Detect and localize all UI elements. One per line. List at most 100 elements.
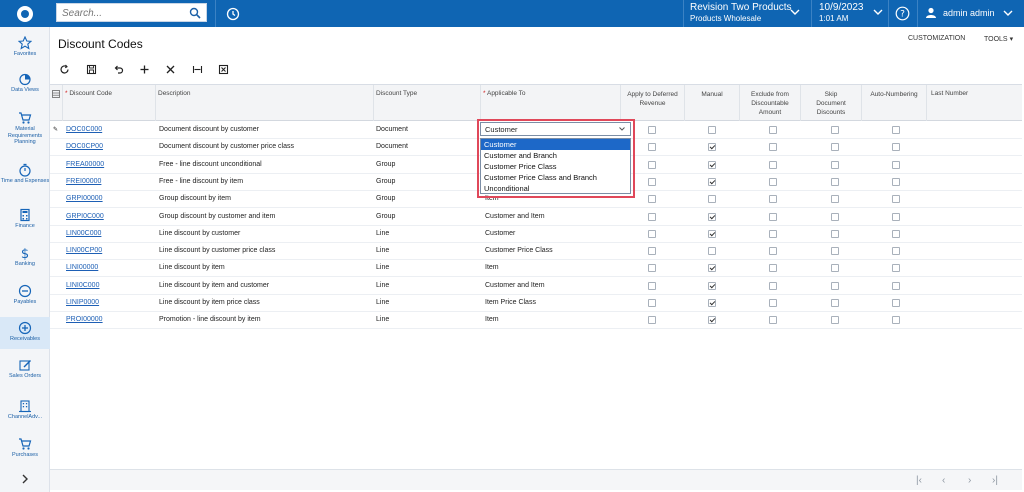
help-button[interactable]: ? [893, 4, 911, 22]
save-button[interactable] [83, 61, 99, 77]
exclude-checkbox[interactable] [769, 126, 777, 134]
row-selector-header[interactable] [50, 85, 62, 121]
column-header-applicable-to[interactable]: * Applicable To [480, 85, 620, 121]
deferred-checkbox[interactable] [648, 316, 656, 325]
fit-columns-button[interactable] [189, 61, 205, 77]
discount-code-link[interactable]: DOC0C000 [66, 126, 102, 133]
auto-checkbox[interactable] [892, 229, 900, 238]
exclude-checkbox[interactable] [769, 316, 777, 325]
manual-checkbox[interactable] [708, 212, 716, 221]
search-icon[interactable] [189, 7, 201, 19]
nav-item-data-views[interactable]: Data Views [0, 72, 50, 94]
table-row[interactable]: LIN00CP00 Line discount by customer price… [50, 243, 1022, 261]
exclude-checkbox[interactable] [769, 212, 777, 221]
deferred-checkbox[interactable] [648, 160, 656, 169]
deferred-checkbox[interactable] [648, 264, 656, 273]
delete-row-button[interactable] [162, 61, 178, 77]
tools-menu[interactable]: TOOLS ▾ [984, 35, 1013, 43]
table-row[interactable]: LINI00000 Line discount by item Line Item [50, 260, 1022, 278]
auto-checkbox[interactable] [892, 212, 900, 221]
exclude-checkbox[interactable] [769, 229, 777, 238]
discount-code-link[interactable]: DOC0CP00 [66, 143, 103, 150]
manual-checkbox[interactable] [708, 281, 716, 290]
column-header-exclude-from-discountable-amount[interactable]: Exclude from Discountable Amount [739, 85, 800, 121]
nav-item-payables[interactable]: Payables [0, 284, 50, 306]
manual-checkbox[interactable] [708, 160, 716, 169]
company-selector[interactable]: Revision Two Products Products Wholesale [690, 2, 802, 26]
manual-checkbox[interactable] [708, 316, 716, 325]
column-header-manual[interactable]: Manual [684, 85, 739, 121]
auto-checkbox[interactable] [892, 177, 900, 186]
export-excel-button[interactable] [215, 61, 231, 77]
auto-checkbox[interactable] [892, 264, 900, 273]
auto-checkbox[interactable] [892, 247, 900, 256]
app-logo[interactable] [0, 0, 50, 27]
skip-checkbox[interactable] [831, 316, 839, 325]
exclude-checkbox[interactable] [769, 264, 777, 273]
next-page-button[interactable]: › [968, 475, 971, 486]
last-page-button[interactable]: ›| [992, 475, 998, 486]
column-header-apply-to-deferred-revenue[interactable]: Apply to Deferred Revenue [620, 85, 684, 121]
column-header-last-number[interactable]: Last Number [926, 85, 1022, 121]
nav-item-channeladvisor[interactable]: ChannelAdv... [0, 399, 50, 421]
dropdown-option[interactable]: Customer Price Class and Branch [481, 172, 630, 183]
recent-history-button[interactable] [222, 3, 243, 24]
search-input[interactable]: Search... [56, 3, 207, 22]
table-row[interactable]: LINIP0000 Line discount by item price cla… [50, 295, 1022, 312]
skip-checkbox[interactable] [831, 143, 839, 152]
discount-code-link[interactable]: GRPI0C000 [66, 213, 104, 220]
exclude-checkbox[interactable] [769, 177, 777, 186]
table-row[interactable]: LIN00C000 Line discount by customer Line Cu… [50, 226, 1022, 243]
nav-item-favorites[interactable]: Favorites [0, 36, 50, 58]
discount-code-link[interactable]: LINIP0000 [66, 299, 99, 306]
manual-checkbox[interactable] [708, 299, 716, 307]
add-row-button[interactable] [136, 61, 152, 77]
skip-checkbox[interactable] [831, 264, 839, 273]
discount-code-link[interactable]: PROI00000 [66, 316, 103, 323]
deferred-checkbox[interactable] [648, 177, 656, 186]
table-row[interactable]: GRPI0C000 Group discount by customer and … [50, 209, 1022, 226]
column-header-discount-type[interactable]: Discount Type [373, 85, 480, 121]
skip-checkbox[interactable] [831, 212, 839, 221]
dropdown-option[interactable]: Customer [481, 139, 630, 150]
column-header-skip-document-discounts[interactable]: Skip Document Discounts [800, 85, 861, 121]
expand-nav-button[interactable] [0, 465, 50, 492]
manual-checkbox[interactable] [708, 229, 716, 238]
skip-checkbox[interactable] [831, 126, 839, 134]
skip-checkbox[interactable] [831, 229, 839, 238]
manual-checkbox[interactable] [708, 264, 716, 273]
auto-checkbox[interactable] [892, 160, 900, 169]
discount-code-link[interactable]: FREI00000 [66, 178, 101, 185]
deferred-checkbox[interactable] [648, 143, 656, 152]
skip-checkbox[interactable] [831, 177, 839, 186]
manual-checkbox[interactable] [708, 247, 716, 256]
exclude-checkbox[interactable] [769, 281, 777, 290]
discount-code-link[interactable]: LINI0C000 [66, 282, 99, 289]
table-row[interactable]: PROI00000 Promotion - line discount by it… [50, 312, 1022, 330]
discount-code-link[interactable]: LIN00C000 [66, 230, 101, 237]
exclude-checkbox[interactable] [769, 247, 777, 256]
nav-item-material-requirements-planning[interactable]: Material Requirements Planning [0, 111, 50, 146]
column-header-description[interactable]: Description [155, 85, 373, 121]
business-date-selector[interactable]: 10/9/2023 1:01 AM [819, 2, 885, 26]
discount-code-link[interactable]: LIN00CP00 [66, 247, 102, 254]
auto-checkbox[interactable] [892, 299, 900, 307]
dropdown-option[interactable]: Unconditional [481, 183, 630, 194]
auto-checkbox[interactable] [892, 126, 900, 134]
auto-checkbox[interactable] [892, 195, 900, 204]
auto-checkbox[interactable] [892, 316, 900, 325]
nav-item-receivables[interactable]: Receivables [0, 317, 50, 349]
manual-checkbox[interactable] [708, 195, 716, 204]
nav-item-sales-orders[interactable]: Sales Orders [0, 358, 50, 380]
deferred-checkbox[interactable] [648, 195, 656, 204]
exclude-checkbox[interactable] [769, 195, 777, 204]
user-menu[interactable]: admin admin [925, 4, 1020, 22]
applicable-to-select[interactable]: Customer [480, 122, 631, 136]
nav-item-finance[interactable]: Finance [0, 208, 50, 230]
dropdown-option[interactable]: Customer and Branch [481, 150, 630, 161]
skip-checkbox[interactable] [831, 195, 839, 204]
chevron-down-icon[interactable] [618, 125, 626, 133]
deferred-checkbox[interactable] [648, 299, 656, 307]
deferred-checkbox[interactable] [648, 212, 656, 221]
exclude-checkbox[interactable] [769, 299, 777, 307]
